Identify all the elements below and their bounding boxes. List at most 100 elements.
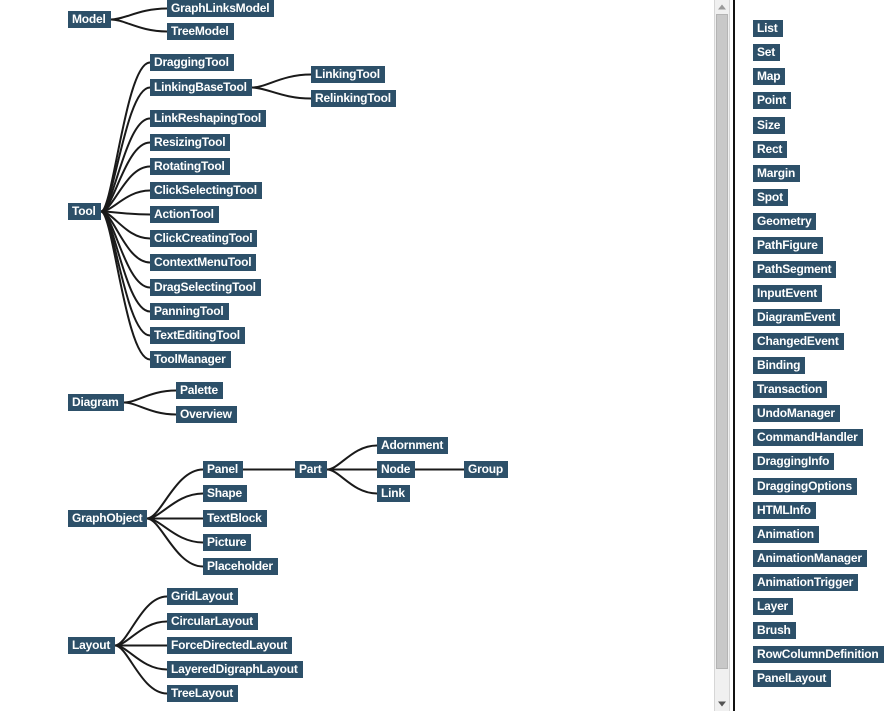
class-item-list[interactable]: List (753, 20, 783, 37)
class-item-animationmanager[interactable]: AnimationManager (753, 550, 867, 567)
class-node-part[interactable]: Part (295, 461, 327, 478)
class-item-margin[interactable]: Margin (753, 165, 800, 182)
class-node-layereddigraphlayout[interactable]: LayeredDigraphLayout (167, 661, 303, 678)
class-node-adornment[interactable]: Adornment (377, 437, 448, 454)
class-item-draggingoptions[interactable]: DraggingOptions (753, 478, 857, 495)
class-node-texteditingtool[interactable]: TextEditingTool (150, 327, 245, 344)
class-item-transaction[interactable]: Transaction (753, 381, 827, 398)
class-item-animationtrigger[interactable]: AnimationTrigger (753, 574, 858, 591)
class-node-panningtool[interactable]: PanningTool (150, 303, 229, 320)
inheritance-link-tool-toolmanager[interactable] (100, 210, 151, 361)
class-item-spot[interactable]: Spot (753, 189, 788, 206)
class-item-pathsegment[interactable]: PathSegment (753, 261, 836, 278)
inheritance-link-tool-contextmenutool[interactable] (100, 210, 151, 264)
inheritance-link-layout-gridlayout[interactable] (114, 595, 168, 647)
class-node-toolmanager[interactable]: ToolManager (150, 351, 231, 368)
inheritance-link-tool-linkreshapingtool[interactable] (100, 117, 151, 213)
class-node-linkreshapingtool[interactable]: LinkReshapingTool (150, 110, 266, 127)
class-item-dragginginfo[interactable]: DraggingInfo (753, 453, 834, 470)
class-node-graphobject[interactable]: GraphObject (68, 510, 147, 527)
class-item-brush[interactable]: Brush (753, 622, 796, 639)
class-item-commandhandler[interactable]: CommandHandler (753, 429, 863, 446)
class-node-group[interactable]: Group (464, 461, 508, 478)
class-node-relinkingtool[interactable]: RelinkingTool (311, 90, 396, 107)
class-item-inputevent[interactable]: InputEvent (753, 285, 822, 302)
scrollbar-thumb[interactable] (716, 14, 728, 669)
class-node-diagram[interactable]: Diagram (68, 394, 124, 411)
class-item-rect[interactable]: Rect (753, 141, 787, 158)
standalone-classes-panel[interactable]: List Set Map Point Size Rect Margin Spot Geometr… (733, 0, 895, 711)
class-item-binding[interactable]: Binding (753, 357, 805, 374)
class-node-clickselectingtool[interactable]: ClickSelectingTool (150, 182, 262, 199)
class-item-htmlinfo[interactable]: HTMLInfo (753, 502, 816, 519)
class-node-picture[interactable]: Picture (203, 534, 251, 551)
inheritance-link-part-link[interactable] (326, 468, 378, 495)
class-node-link[interactable]: Link (377, 485, 410, 502)
class-item-undomanager[interactable]: UndoManager (753, 405, 840, 422)
inheritance-link-layout-circularlayout[interactable] (114, 620, 168, 647)
class-node-graphlinksmodel[interactable]: GraphLinksModel (167, 0, 274, 17)
class-node-textblock[interactable]: TextBlock (203, 510, 267, 527)
inheritance-link-graphobject-panel[interactable] (146, 468, 204, 520)
class-node-panel[interactable]: Panel (203, 461, 243, 478)
inheritance-link-tool-resizingtool[interactable] (100, 141, 151, 213)
inheritance-link-tool-draggingtool[interactable] (100, 61, 151, 213)
inheritance-link-linkingbasetool-relinkingtool[interactable] (251, 86, 312, 100)
class-item-animation[interactable]: Animation (753, 526, 819, 543)
class-node-placeholder[interactable]: Placeholder (203, 558, 278, 575)
class-node-linkingtool[interactable]: LinkingTool (311, 66, 385, 83)
inheritance-link-tool-linkingbasetool[interactable] (100, 86, 151, 213)
class-node-resizingtool[interactable]: ResizingTool (150, 134, 230, 151)
class-node-actiontool[interactable]: ActionTool (150, 206, 219, 223)
class-node-layout[interactable]: Layout (68, 637, 115, 654)
class-item-size[interactable]: Size (753, 117, 785, 134)
class-node-rotatingtool[interactable]: RotatingTool (150, 158, 230, 175)
class-item-point[interactable]: Point (753, 92, 791, 109)
inheritance-link-tool-clickcreatingtool[interactable] (100, 210, 151, 240)
class-item-diagramevent[interactable]: DiagramEvent (753, 309, 840, 326)
class-item-layer[interactable]: Layer (753, 598, 793, 615)
diagram-canvas[interactable]: Model GraphLinksModel TreeModel Tool Draggin… (0, 0, 712, 711)
class-node-contextmenutool[interactable]: ContextMenuTool (150, 254, 256, 271)
inheritance-link-tool-rotatingtool[interactable] (100, 165, 151, 213)
diagram-vertical-scrollbar[interactable] (714, 0, 730, 711)
class-node-linkingbasetool[interactable]: LinkingBaseTool (150, 79, 252, 96)
class-node-overview[interactable]: Overview (176, 406, 237, 423)
class-item-pathfigure[interactable]: PathFigure (753, 237, 823, 254)
inheritance-link-diagram-palette[interactable] (123, 389, 177, 404)
class-node-clickcreatingtool[interactable]: ClickCreatingTool (150, 230, 257, 247)
class-item-changedevent[interactable]: ChangedEvent (753, 333, 844, 350)
class-item-rowcolumndefinition[interactable]: RowColumnDefinition (753, 646, 884, 663)
inheritance-link-tool-texteditingtool[interactable] (100, 210, 151, 337)
inheritance-link-model-treemodel[interactable] (110, 18, 168, 33)
inheritance-link-graphobject-placeholder[interactable] (146, 517, 204, 568)
scroll-down-arrow-button[interactable] (715, 697, 729, 711)
class-item-set[interactable]: Set (753, 44, 780, 61)
class-item-geometry[interactable]: Geometry (753, 213, 816, 230)
class-node-palette[interactable]: Palette (176, 382, 223, 399)
scroll-up-arrow-button[interactable] (715, 0, 729, 14)
inheritance-link-diagram-overview[interactable] (123, 401, 177, 416)
inheritance-link-layout-layereddigraphlayout[interactable] (114, 644, 168, 671)
class-node-shape[interactable]: Shape (203, 485, 247, 502)
inheritance-link-tool-dragselectingtool[interactable] (100, 210, 151, 289)
inheritance-link-part-adornment[interactable] (326, 444, 378, 471)
class-item-panellayout[interactable]: PanelLayout (753, 670, 831, 687)
class-node-forcedirectedlayout[interactable]: ForceDirectedLayout (167, 637, 292, 654)
class-node-circularlayout[interactable]: CircularLayout (167, 613, 258, 630)
inheritance-link-model-graphlinksmodel[interactable] (110, 7, 168, 21)
class-node-model[interactable]: Model (68, 11, 111, 28)
class-node-treelayout[interactable]: TreeLayout (167, 685, 238, 702)
inheritance-link-tool-clickselectingtool[interactable] (100, 189, 151, 213)
inheritance-link-tool-actiontool[interactable] (100, 210, 151, 216)
class-node-gridlayout[interactable]: GridLayout (167, 588, 238, 605)
class-node-draggingtool[interactable]: DraggingTool (150, 54, 234, 71)
inheritance-link-linkingbasetool-linkingtool[interactable] (251, 73, 312, 89)
inheritance-link-layout-treelayout[interactable] (114, 644, 168, 695)
inheritance-link-graphobject-picture[interactable] (146, 517, 204, 544)
class-node-dragselectingtool[interactable]: DragSelectingTool (150, 279, 261, 296)
inheritance-link-tool-panningtool[interactable] (100, 210, 151, 313)
class-node-tool[interactable]: Tool (68, 203, 101, 220)
class-item-map[interactable]: Map (753, 68, 785, 85)
class-node-treemodel[interactable]: TreeModel (167, 23, 234, 40)
